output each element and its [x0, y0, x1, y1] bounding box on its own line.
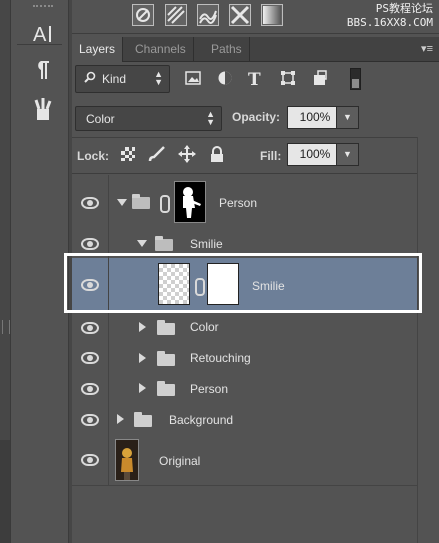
folder-icon — [155, 236, 173, 251]
layer-name: Person — [219, 196, 258, 210]
edge-scrollbar[interactable] — [0, 440, 10, 543]
layer-name: Original — [159, 454, 201, 468]
visibility-eye-icon[interactable] — [72, 312, 109, 343]
layer-row-color-group[interactable]: Color — [72, 312, 417, 344]
image-filter-icon[interactable] — [182, 68, 204, 88]
gradient-map-icon[interactable] — [165, 4, 187, 26]
smart-object-filter-icon[interactable] — [309, 68, 331, 88]
opacity-dropdown-button[interactable]: ▼ — [336, 106, 359, 129]
layer-row-original[interactable]: Original — [72, 435, 417, 486]
link-chain-icon[interactable] — [195, 278, 205, 296]
layer-name: Retouching — [190, 351, 251, 365]
visibility-eye-icon[interactable] — [72, 230, 109, 258]
collapse-triangle-icon[interactable] — [139, 322, 146, 332]
layer-name: Smilie — [252, 279, 285, 293]
opacity-label: Opacity: — [232, 110, 281, 124]
link-chain-icon[interactable] — [160, 195, 170, 213]
lock-label: Lock: — [77, 149, 110, 163]
panel-tabs: Layers Channels Paths ▾≡ — [72, 37, 439, 62]
expand-triangle-icon[interactable] — [117, 199, 127, 206]
tab-layers[interactable]: Layers — [72, 37, 124, 62]
gradient-fill-icon[interactable] — [261, 4, 283, 26]
opacity-input[interactable]: 100% — [287, 106, 343, 129]
resize-grip[interactable] — [2, 320, 10, 334]
layer-thumbnail[interactable] — [158, 263, 190, 305]
lock-transparent-pixels-icon[interactable] — [119, 145, 137, 163]
layer-name: Person — [190, 382, 229, 396]
layer-name: Color — [190, 320, 219, 334]
svg-text:A: A — [33, 24, 47, 46]
layer-name: Smilie — [190, 237, 223, 251]
fill-dropdown-button[interactable]: ▼ — [336, 143, 359, 166]
visibility-eye-icon[interactable] — [72, 404, 109, 435]
layer-row-person-subgroup[interactable]: Person — [72, 373, 417, 405]
watermark-line2: BBS.16XX8.COM — [346, 16, 433, 29]
panel-menu-icon[interactable]: ▾≡ — [421, 42, 433, 55]
layer-name: Background — [169, 413, 234, 427]
folder-icon — [157, 351, 175, 366]
fill-label: Fill: — [260, 149, 282, 163]
left-edge-strip — [0, 0, 11, 543]
visibility-eye-icon[interactable] — [72, 343, 109, 373]
paragraph-panel-icon[interactable] — [29, 56, 57, 84]
svg-text:T: T — [248, 70, 261, 86]
watermark-line1: PS教程论坛 — [375, 2, 433, 15]
folder-icon — [157, 381, 175, 396]
filter-toggle-switch[interactable] — [350, 68, 361, 90]
layer-row-smilie-group[interactable]: Smilie — [72, 230, 417, 259]
blend-mode-value: Color — [86, 112, 115, 126]
levels-adjustment-icon[interactable] — [132, 4, 154, 26]
channel-mixer-icon[interactable] — [229, 4, 251, 26]
type-filter-icon[interactable]: T — [244, 68, 266, 88]
adjustment-filter-icon[interactable] — [214, 68, 236, 88]
filter-kind-select[interactable]: Kind ▲ ▼ — [75, 65, 170, 93]
tab-channels[interactable]: Channels — [128, 37, 194, 61]
original-image-thumbnail[interactable] — [115, 439, 139, 481]
updown-arrows-icon: ▲ ▼ — [154, 69, 163, 87]
shape-filter-icon[interactable] — [277, 68, 299, 88]
collapse-triangle-icon[interactable] — [139, 383, 146, 393]
dock-grip[interactable] — [33, 5, 53, 11]
visibility-eye-icon[interactable] — [72, 435, 109, 485]
selective-color-icon[interactable] — [197, 4, 219, 26]
layer-row-smilie-selected[interactable]: Smilie — [72, 258, 417, 313]
visibility-eye-icon[interactable] — [72, 175, 109, 230]
lock-image-pixels-icon[interactable] — [148, 145, 166, 163]
panel-dock-icons: A — [11, 0, 69, 543]
layer-row-background-group[interactable]: Background — [72, 404, 417, 436]
watermark: PS教程论坛 BBS.16XX8.COM — [347, 2, 433, 30]
layer-row-person-group[interactable]: Person — [72, 175, 417, 231]
visibility-eye-icon[interactable] — [72, 373, 109, 404]
lock-all-icon[interactable] — [208, 145, 226, 163]
folder-icon — [134, 412, 152, 427]
layers-scrollbar-track[interactable] — [417, 137, 439, 543]
expand-triangle-icon[interactable] — [137, 240, 147, 247]
filter-kind-label: Kind — [102, 72, 127, 86]
folder-icon — [157, 320, 175, 335]
visibility-eye-icon[interactable] — [72, 258, 109, 312]
tool-presets-icon[interactable] — [29, 95, 57, 123]
layer-mask-thumbnail[interactable] — [207, 263, 239, 305]
collapse-triangle-icon[interactable] — [117, 414, 124, 424]
group-mask-thumbnail[interactable] — [174, 181, 206, 223]
collapse-triangle-icon[interactable] — [139, 353, 146, 363]
blend-mode-select[interactable]: Color ▲ ▼ — [75, 106, 222, 131]
updown-arrows-icon: ▲ ▼ — [206, 109, 215, 127]
adjustments-strip: PS教程论坛 BBS.16XX8.COM — [72, 0, 439, 34]
search-icon — [84, 71, 96, 86]
tab-paths[interactable]: Paths — [204, 37, 250, 61]
lock-position-icon[interactable] — [178, 145, 196, 163]
folder-icon — [132, 194, 150, 209]
fill-input[interactable]: 100% — [287, 143, 343, 166]
layer-row-retouching-group[interactable]: Retouching — [72, 343, 417, 374]
